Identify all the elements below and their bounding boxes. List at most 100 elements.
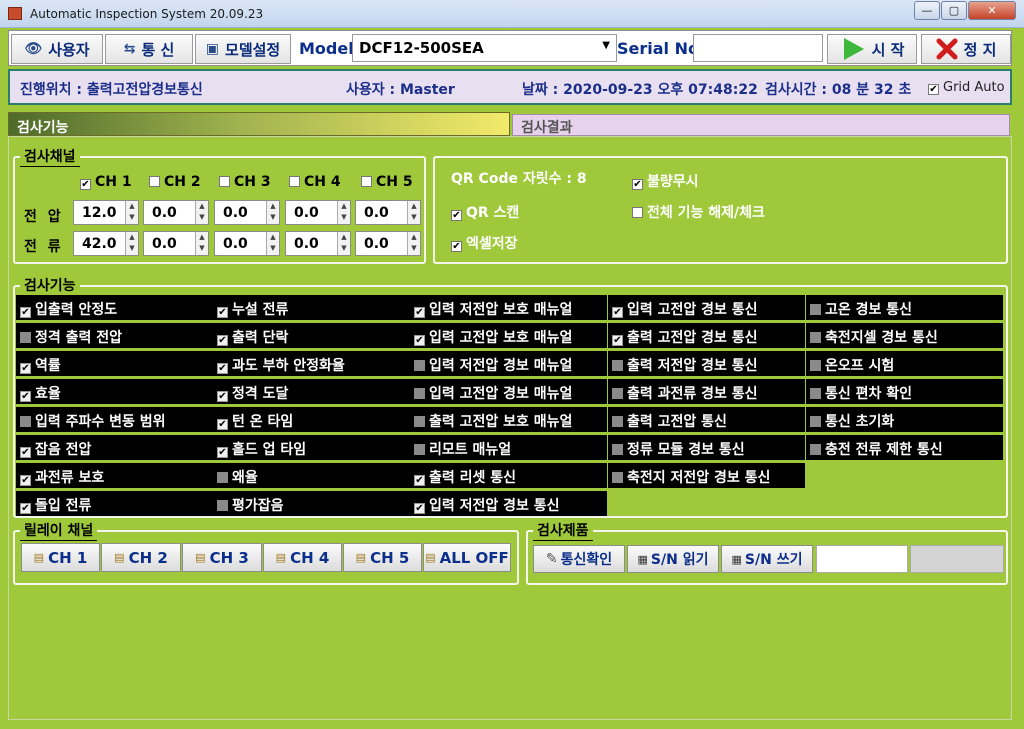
check-icon — [217, 391, 228, 402]
function-item[interactable]: 통신 편차 확인 — [806, 379, 1003, 404]
spin-arrows-icon[interactable]: ▲ ▼ — [337, 232, 350, 255]
current-ch2-input[interactable]: 0.0 ▲ ▼ — [143, 231, 209, 256]
spin-arrows-icon[interactable]: ▲ ▼ — [195, 201, 208, 224]
function-item-label: 과도 부하 안정화율 — [232, 358, 345, 374]
function-item[interactable]: 출력 고전압 경보 통신 — [608, 323, 805, 348]
stop-button[interactable]: 정 지 — [921, 34, 1011, 64]
function-item[interactable]: 입력 저전압 경보 매뉴얼 — [410, 351, 607, 376]
function-item[interactable]: 충전 전류 제한 통신 — [806, 435, 1003, 460]
voltage-ch3-input[interactable]: 0.0 ▲ ▼ — [214, 200, 280, 225]
function-item[interactable]: 정격 출력 전압 — [16, 323, 213, 348]
function-item[interactable]: 출력 단락 — [213, 323, 410, 348]
spin-arrows-icon[interactable]: ▲ ▼ — [125, 201, 138, 224]
spin-arrows-icon[interactable]: ▲ ▼ — [337, 201, 350, 224]
function-item[interactable]: 과전류 보호 — [16, 463, 213, 488]
function-item[interactable]: 평가잡음 — [213, 491, 410, 516]
app-icon — [8, 7, 22, 20]
spin-arrows-icon[interactable]: ▲ ▼ — [407, 201, 420, 224]
function-item[interactable]: 출력 고전압 통신 — [608, 407, 805, 432]
excel-save-checkbox[interactable]: 엑셀저장 — [451, 233, 518, 253]
function-item-label: 통신 편차 확인 — [825, 386, 913, 402]
current-ch4-input[interactable]: 0.0 ▲ ▼ — [285, 231, 351, 256]
comm-button[interactable]: ⇆ 통 신 — [105, 34, 193, 64]
function-item[interactable]: 축전지 저전압 경보 통신 — [608, 463, 805, 488]
current-ch3-input[interactable]: 0.0 ▲ ▼ — [214, 231, 280, 256]
function-item[interactable]: 입력 저전압 경보 통신 — [410, 491, 607, 516]
function-item[interactable]: 출력 고전압 보호 매뉴얼 — [410, 407, 607, 432]
function-item[interactable]: 출력 리셋 통신 — [410, 463, 607, 488]
channel-4-checkbox[interactable]: CH 4 — [289, 174, 341, 190]
function-item[interactable]: 입력 주파수 변동 범위 — [16, 407, 213, 432]
function-item[interactable]: 턴 온 타임 — [213, 407, 410, 432]
model-settings-button[interactable]: ▣ 모델설정 — [195, 34, 291, 64]
ignore-defect-checkbox[interactable]: 불량무시 — [632, 171, 699, 191]
sn-input[interactable] — [816, 545, 908, 573]
function-item[interactable]: 정류 모듈 경보 통신 — [608, 435, 805, 460]
close-button[interactable]: ✕ — [968, 1, 1016, 20]
voltage-ch4-input[interactable]: 0.0 ▲ ▼ — [285, 200, 351, 225]
function-item[interactable]: 입력 저전압 보호 매뉴얼 — [410, 295, 607, 320]
function-item[interactable]: 정격 도달 — [213, 379, 410, 404]
voltage-ch1-input[interactable]: 12.0 ▲ ▼ — [73, 200, 139, 225]
tab-inspection-functions[interactable]: 검사기능 — [8, 112, 510, 136]
maximize-button[interactable]: ▢ — [941, 1, 967, 20]
channel-1-checkbox[interactable]: CH 1 — [80, 174, 132, 190]
spin-arrows-icon[interactable]: ▲ ▼ — [195, 232, 208, 255]
spin-arrows-icon[interactable]: ▲ ▼ — [125, 232, 138, 255]
relay-icon: ▤ — [114, 551, 125, 564]
qr-scan-checkbox[interactable]: QR 스캔 — [451, 202, 519, 222]
function-item[interactable]: 과도 부하 안정화율 — [213, 351, 410, 376]
relay-all-off-button[interactable]: ▤ ALL OFF — [423, 543, 511, 572]
function-item-label: 출력 리셋 통신 — [429, 470, 517, 486]
sn-read-button[interactable]: ▦ S/N 읽기 — [627, 545, 719, 573]
function-item[interactable]: 출력 과전류 경보 통신 — [608, 379, 805, 404]
tab-inspection-results[interactable]: 검사결과 — [512, 114, 1010, 136]
voltage-ch2-input[interactable]: 0.0 ▲ ▼ — [143, 200, 209, 225]
function-item[interactable]: 잡음 전압 — [16, 435, 213, 460]
function-item-label: 축전지 저전압 경보 통신 — [627, 470, 771, 486]
spin-arrows-icon[interactable]: ▲ ▼ — [407, 232, 420, 255]
channel-5-checkbox[interactable]: CH 5 — [361, 174, 413, 190]
voltage-ch5-input[interactable]: 0.0 ▲ ▼ — [355, 200, 421, 225]
grid-auto-checkbox[interactable]: Grid Auto — [928, 80, 1005, 95]
function-item-label: 통신 초기화 — [825, 414, 895, 430]
relay-ch1-button[interactable]: ▤ CH 1 — [21, 543, 100, 572]
spin-arrows-icon[interactable]: ▲ ▼ — [266, 201, 279, 224]
function-item[interactable]: 왜율 — [213, 463, 410, 488]
progress-status: 진행위치 : 출력고전압경보통신 — [20, 82, 203, 98]
minimize-button[interactable]: — — [914, 1, 940, 20]
serial-input[interactable] — [693, 34, 823, 62]
function-item[interactable]: 리모트 매뉴얼 — [410, 435, 607, 460]
user-button[interactable]: 👁 사용자 — [11, 34, 103, 64]
function-item[interactable]: 통신 초기화 — [806, 407, 1003, 432]
function-item[interactable]: 입력 고전압 보호 매뉴얼 — [410, 323, 607, 348]
function-item-label: 돌입 전류 — [35, 498, 92, 514]
function-item[interactable]: 고온 경보 통신 — [806, 295, 1003, 320]
function-item[interactable]: 역률 — [16, 351, 213, 376]
function-item[interactable]: 입력 고전압 경보 통신 — [608, 295, 805, 320]
function-item[interactable]: 입출력 안정도 — [16, 295, 213, 320]
current-ch1-input[interactable]: 42.0 ▲ ▼ — [73, 231, 139, 256]
channel-3-checkbox[interactable]: CH 3 — [219, 174, 271, 190]
relay-ch5-button[interactable]: ▤ CH 5 — [343, 543, 422, 572]
function-item[interactable]: 축전지셀 경보 통신 — [806, 323, 1003, 348]
function-item[interactable]: 출력 저전압 경보 통신 — [608, 351, 805, 376]
toggle-all-checkbox[interactable]: 전체 기능 해제/체크 — [632, 202, 765, 222]
check-icon — [217, 335, 228, 346]
comm-check-button[interactable]: ✎ 통신확인 — [533, 545, 625, 573]
function-item[interactable]: 누설 전류 — [213, 295, 410, 320]
relay-ch3-button[interactable]: ▤ CH 3 — [182, 543, 262, 572]
model-select[interactable]: DCF12-500SEA ▼ — [352, 34, 617, 62]
function-item[interactable]: 효율 — [16, 379, 213, 404]
channel-2-checkbox[interactable]: CH 2 — [149, 174, 201, 190]
sn-write-button[interactable]: ▦ S/N 쓰기 — [721, 545, 813, 573]
relay-ch4-button[interactable]: ▤ CH 4 — [263, 543, 342, 572]
function-item[interactable]: 입력 고전압 경보 매뉴얼 — [410, 379, 607, 404]
relay-ch2-button[interactable]: ▤ CH 2 — [101, 543, 181, 572]
spin-arrows-icon[interactable]: ▲ ▼ — [266, 232, 279, 255]
start-button[interactable]: 시 작 — [827, 34, 917, 64]
function-item[interactable]: 홀드 업 타임 — [213, 435, 410, 460]
current-ch5-input[interactable]: 0.0 ▲ ▼ — [355, 231, 421, 256]
function-item[interactable]: 온오프 시험 — [806, 351, 1003, 376]
function-item[interactable]: 돌입 전류 — [16, 491, 213, 516]
